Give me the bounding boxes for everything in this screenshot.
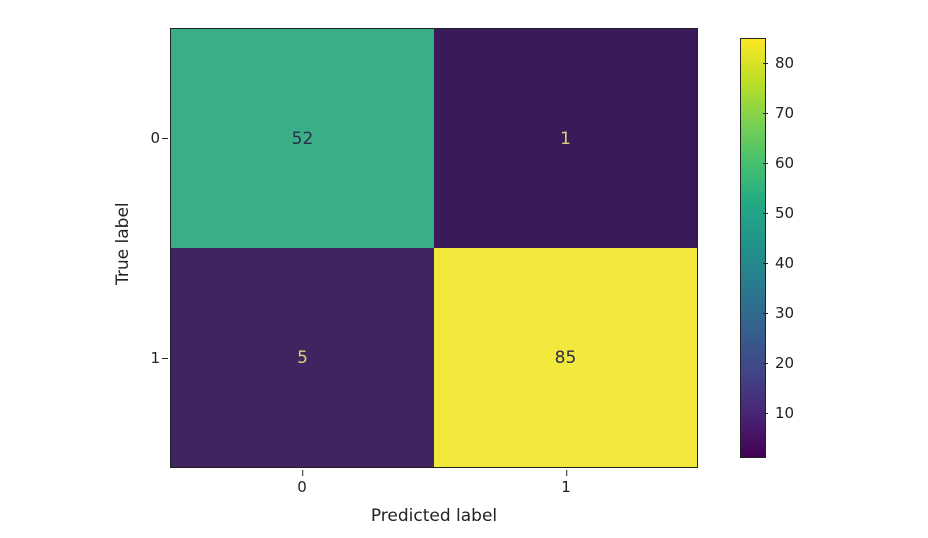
heatmap-cell-1-0: 5 <box>171 248 434 467</box>
figure: 52 1 5 85 0 1 0 1 True label Predicted labe… <box>0 0 928 538</box>
tick-mark <box>162 138 168 139</box>
colorbar-tick-label: 60 <box>767 154 794 172</box>
colorbar-tick-label: 40 <box>767 254 794 272</box>
tick-mark <box>566 470 567 476</box>
y-tick-0-label: 0 <box>150 129 160 147</box>
x-tick-0-label: 0 <box>297 478 307 496</box>
x-axis-label: Predicted label <box>371 506 497 526</box>
tick-mark <box>763 213 768 214</box>
tick-mark <box>162 358 168 359</box>
heatmap-cell-1-1: 85 <box>434 248 697 467</box>
tick-mark <box>763 313 768 314</box>
heatmap-cell-value: 85 <box>555 348 577 368</box>
x-tick-1: 1 <box>561 478 571 496</box>
x-tick-1-label: 1 <box>561 478 571 496</box>
tick-mark <box>763 263 768 264</box>
colorbar-tick: 40 <box>767 254 794 272</box>
y-tick-0: 0 <box>120 129 160 147</box>
colorbar-tick: 20 <box>767 354 794 372</box>
colorbar-tick-label: 50 <box>767 204 794 222</box>
colorbar-tick-label: 70 <box>767 104 794 122</box>
colorbar-tick: 30 <box>767 304 794 322</box>
heatmap-row: 52 1 <box>171 29 697 248</box>
tick-mark <box>763 63 768 64</box>
colorbar-tick-label: 30 <box>767 304 794 322</box>
tick-mark <box>763 413 768 414</box>
colorbar-tick: 80 <box>767 54 794 72</box>
colorbar: 1020304050607080 <box>740 38 766 458</box>
colorbar-gradient <box>740 38 766 458</box>
tick-mark <box>302 470 303 476</box>
heatmap-axes: 52 1 5 85 <box>170 28 698 468</box>
heatmap-cell-value: 1 <box>560 129 571 149</box>
tick-mark <box>763 113 768 114</box>
tick-mark <box>763 163 768 164</box>
colorbar-tick: 10 <box>767 404 794 422</box>
heatmap-cell-0-0: 52 <box>171 29 434 248</box>
colorbar-tick: 60 <box>767 154 794 172</box>
heatmap-row: 5 85 <box>171 248 697 467</box>
y-tick-1: 1 <box>120 349 160 367</box>
heatmap-cell-value: 5 <box>297 348 308 368</box>
y-tick-1-label: 1 <box>150 349 160 367</box>
y-axis-label: True label <box>113 202 133 285</box>
x-tick-0: 0 <box>297 478 307 496</box>
colorbar-tick-label: 20 <box>767 354 794 372</box>
colorbar-tick: 70 <box>767 104 794 122</box>
tick-mark <box>763 363 768 364</box>
colorbar-tick: 50 <box>767 204 794 222</box>
colorbar-tick-label: 10 <box>767 404 794 422</box>
colorbar-tick-label: 80 <box>767 54 794 72</box>
heatmap-cell-0-1: 1 <box>434 29 697 248</box>
heatmap-cell-value: 52 <box>292 129 314 149</box>
